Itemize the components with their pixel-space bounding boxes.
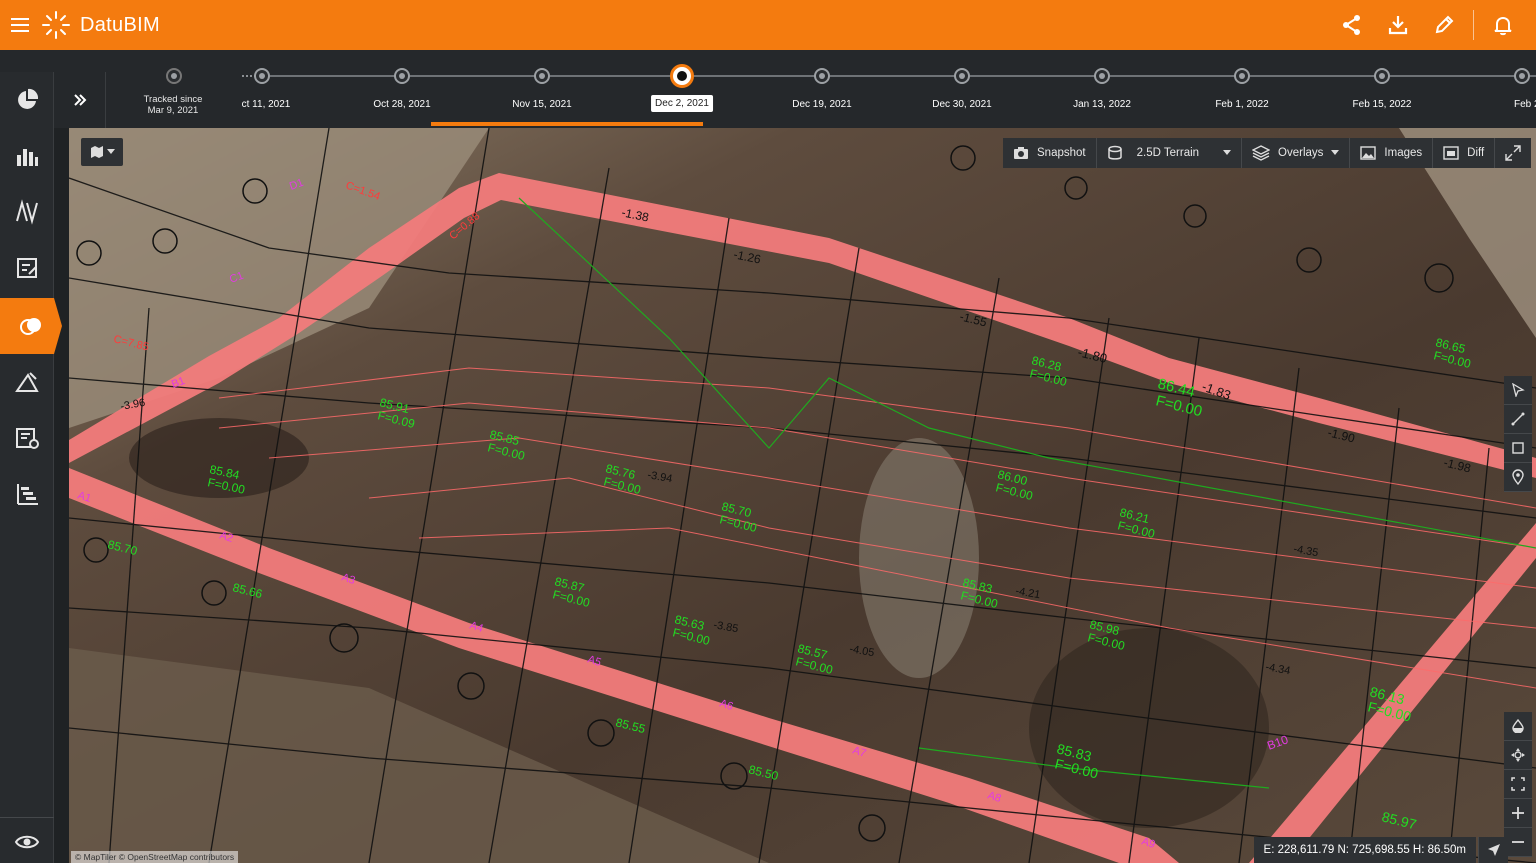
chevron-down-icon [1223, 150, 1232, 155]
timeline-node[interactable] [254, 68, 270, 84]
terrain-select[interactable]: 2.5D Terrain [1097, 138, 1243, 168]
timeline-date[interactable]: Nov 15, 2021 [512, 99, 572, 110]
pencil-icon[interactable] [1421, 0, 1467, 50]
cursor-icon[interactable] [1504, 376, 1532, 405]
logo[interactable]: DatuBIM [40, 9, 160, 41]
line-tool-icon[interactable] [1504, 405, 1532, 434]
top-header: DatuBIM [0, 0, 1536, 50]
diff-icon [1443, 146, 1459, 160]
fit-view-icon[interactable] [1504, 770, 1532, 799]
timeline-node[interactable] [1514, 68, 1530, 84]
draw-tools [1504, 376, 1532, 492]
menu-icon[interactable] [0, 0, 40, 50]
timeline-node[interactable] [1094, 68, 1110, 84]
layers-icon [1252, 145, 1271, 161]
map-style-button[interactable] [81, 138, 123, 166]
timeline-node-active[interactable] [670, 64, 694, 88]
expand-panel-icon[interactable] [54, 72, 106, 128]
overlays-select[interactable]: Overlays [1242, 138, 1351, 168]
timeline-date[interactable]: Jan 13, 2022 [1073, 99, 1131, 110]
timeline-node[interactable] [954, 68, 970, 84]
zoom-in-icon[interactable] [1504, 799, 1532, 828]
app-name: DatuBIM [80, 13, 160, 36]
polygon-tool-icon[interactable] [1504, 434, 1532, 463]
overlays-label: Overlays [1278, 147, 1324, 159]
documents-icon[interactable] [0, 410, 54, 466]
layers-compare-icon[interactable] [0, 298, 62, 354]
timeline-node[interactable] [814, 68, 830, 84]
image-icon [1360, 146, 1377, 160]
images-label: Images [1384, 147, 1423, 159]
timeline-date[interactable]: Dec 30, 2021 [932, 99, 992, 110]
terrain-label: 2.5D Terrain [1136, 147, 1200, 159]
locate-icon[interactable] [1478, 837, 1508, 863]
tracked-date: Mar 9, 2021 [147, 105, 199, 116]
map-viewport[interactable]: 85.84 F=0.00 85.91 F=0.09 85.85 F=0.00 8… [69, 128, 1536, 863]
share-icon[interactable] [1329, 0, 1375, 50]
cylinder-icon [1107, 145, 1122, 160]
orbit-icon[interactable] [1504, 741, 1532, 770]
timeline-date[interactable]: Feb 15, 2022 [1353, 99, 1412, 110]
chevron-down-icon [106, 149, 115, 154]
timeline-date[interactable]: Dec 19, 2021 [792, 99, 852, 110]
tracked-since-panel [104, 50, 242, 128]
chevron-down-icon [1331, 150, 1340, 155]
timeline-date[interactable]: Feb 27, 20 [1514, 99, 1536, 110]
view-tools [1504, 712, 1532, 857]
header-actions [1329, 0, 1526, 50]
timeline-node[interactable] [1234, 68, 1250, 84]
flag-icon[interactable] [166, 68, 182, 84]
fullscreen-button[interactable] [1495, 138, 1531, 168]
model-icon[interactable] [0, 184, 54, 240]
header-divider [1473, 10, 1474, 40]
dashboard-icon[interactable] [0, 72, 54, 128]
diff-label: Diff [1467, 147, 1485, 159]
app-root: DatuBIM Tracked since Mar 9, 2021 ct 11,… [0, 0, 1536, 863]
bell-icon[interactable] [1480, 0, 1526, 50]
measure-icon[interactable] [0, 354, 54, 410]
timeline-date[interactable]: ct 11, 2021 [242, 99, 291, 110]
schedule-icon[interactable] [0, 466, 54, 522]
timeline-node[interactable] [394, 68, 410, 84]
drop-icon[interactable] [1504, 712, 1532, 741]
timeline-date[interactable]: Feb 1, 2022 [1215, 99, 1268, 110]
logo-icon [42, 11, 70, 39]
timeline-progress-bar [431, 122, 703, 126]
bar-chart-icon[interactable] [0, 128, 54, 184]
pin-tool-icon[interactable] [1504, 463, 1532, 492]
eye-icon[interactable] [0, 814, 54, 863]
tracked-label: Tracked since [143, 94, 203, 105]
expand-icon [1505, 145, 1521, 161]
snapshot-label: Snapshot [1037, 147, 1086, 159]
timeline-node[interactable] [534, 68, 550, 84]
tracked-since: Tracked since Mar 9, 2021 [130, 94, 216, 116]
sidebar [0, 72, 62, 863]
diff-button[interactable]: Diff [1433, 138, 1496, 168]
timeline-track [262, 75, 1536, 77]
camera-icon [1014, 147, 1028, 159]
images-button[interactable]: Images [1350, 138, 1434, 168]
timeline-date[interactable]: Oct 28, 2021 [373, 99, 430, 110]
map-attribution[interactable]: © MapTiler © OpenStreetMap contributors [71, 851, 239, 863]
zoom-out-icon[interactable] [1504, 828, 1532, 857]
timeline: Tracked since Mar 9, 2021 ct 11, 2021 Oc… [0, 50, 1536, 128]
map-icon [90, 146, 103, 158]
report-icon[interactable] [0, 240, 54, 296]
map-toolbar: Snapshot 2.5D Terrain Overlays Images Di… [1003, 138, 1532, 168]
terrain-overlay: 85.84 F=0.00 85.91 F=0.09 85.85 F=0.00 8… [69, 128, 1536, 863]
snapshot-button[interactable]: Snapshot [1003, 138, 1097, 168]
timeline-date-active[interactable]: Dec 2, 2021 [651, 95, 713, 112]
download-icon[interactable] [1375, 0, 1421, 50]
timeline-node[interactable] [1374, 68, 1390, 84]
coordinates-readout: E: 228,611.79 N: 725,698.55 H: 86.50m [1253, 837, 1476, 863]
